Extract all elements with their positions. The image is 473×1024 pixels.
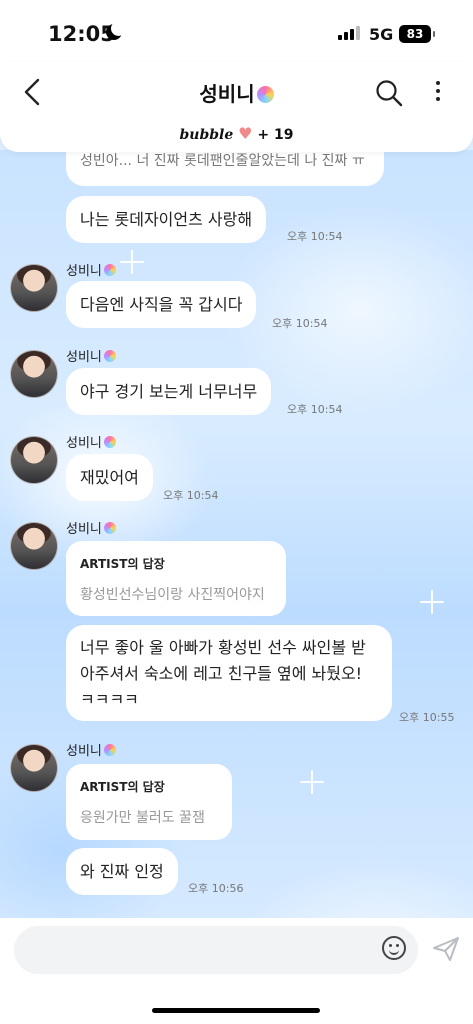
moon-icon [106, 21, 126, 40]
avatar[interactable] [10, 264, 58, 312]
signal-icon [338, 26, 360, 40]
reply-quote-text: 황성빈선수님이랑 사진찍어야지 [80, 587, 265, 603]
reply-quote-text: 응원가만 불러도 꿀잼 [80, 810, 205, 826]
sender-name: 성비니 [66, 518, 116, 537]
reply-title: ARTIST의 답장 [80, 780, 165, 794]
message-time: 오후 10:54 [287, 403, 343, 416]
avatar[interactable] [10, 522, 58, 570]
message-time: 오후 10:54 [272, 317, 328, 330]
message-time: 오후 10:54 [287, 230, 343, 243]
avatar[interactable] [10, 744, 58, 792]
avatar[interactable] [10, 350, 58, 398]
message-input-area [0, 918, 473, 1024]
message-text: 나는 롯데자이언츠 사랑해 [80, 210, 253, 229]
message-text: 성빈아... 너 진짜 롯데팬인줄알았는데 나 진짜 ㅠ [80, 153, 365, 169]
send-icon [433, 937, 459, 961]
lollipop-icon [103, 744, 116, 756]
message-bubble[interactable]: 너무 좋아 울 아빠가 황성빈 선수 싸인볼 받 아주셔서 숙소에 레고 친구들… [66, 625, 392, 721]
emoji-icon[interactable] [382, 936, 406, 960]
message-text-line: ㅋㅋㅋㅋ [80, 690, 139, 709]
sender-name: 성비니 [66, 432, 116, 451]
message-text-line: 아주셔서 숙소에 레고 친구들 옆에 놔뒀오! [80, 664, 363, 683]
heart-icon: ♥ [238, 124, 253, 143]
network-label: 5G [369, 25, 394, 44]
message-time: 오후 10:56 [188, 882, 244, 895]
lollipop-icon [103, 350, 116, 362]
sender-name: 성비니 [66, 260, 116, 279]
more-options-button[interactable] [428, 78, 448, 108]
message-bubble[interactable]: 재밌어여 [66, 454, 153, 501]
search-button[interactable] [374, 78, 404, 108]
message-time: 오후 10:54 [163, 489, 219, 502]
subscription-count: + 19 [257, 127, 294, 143]
message-text: 재밌어여 [80, 468, 139, 487]
battery-icon: 83 [399, 25, 435, 43]
subscription-info: bubble ♥ + 19 [0, 124, 473, 143]
more-vertical-icon [436, 81, 440, 85]
message-text-line: 너무 좋아 울 아빠가 황성빈 선수 싸인볼 받 [80, 638, 366, 657]
chat-title: 성비니 [199, 82, 255, 106]
lollipop-icon [103, 264, 116, 276]
status-time: 12:05 [48, 22, 115, 46]
message-bubble[interactable]: 와 진짜 인정 [66, 848, 178, 895]
home-indicator [152, 1008, 320, 1013]
chat-header: 성비니 bubble ♥ + 19 [0, 62, 473, 152]
send-button[interactable] [432, 936, 460, 962]
lollipop-icon [256, 86, 274, 103]
status-bar: 12:05 5G 83 [0, 0, 473, 62]
message-bubble[interactable]: 나는 롯데자이언츠 사랑해 [66, 196, 267, 243]
sparkle-decoration [120, 250, 144, 274]
sparkle-decoration [300, 770, 324, 794]
message-text: 다음엔 사직을 꼭 갑시다 [80, 295, 243, 314]
message-time: 오후 10:55 [399, 711, 455, 724]
lollipop-icon [103, 436, 116, 448]
sender-name: 성비니 [66, 346, 116, 365]
lollipop-icon [103, 522, 116, 534]
message-bubble[interactable]: 다음엔 사직을 꼭 갑시다 [66, 281, 257, 328]
sender-name: 성비니 [66, 740, 116, 759]
reply-quote-card[interactable]: ARTIST의 답장 응원가만 불러도 꿀잼 [66, 764, 232, 840]
message-bubble[interactable]: 야구 경기 보는게 너무너무 [66, 368, 272, 415]
message-input[interactable] [14, 926, 418, 974]
message-text: 야구 경기 보는게 너무너무 [80, 382, 258, 401]
avatar[interactable] [10, 436, 58, 484]
reply-quote-card[interactable]: ARTIST의 답장 황성빈선수님이랑 사진찍어야지 [66, 541, 286, 616]
message-text: 와 진짜 인정 [80, 862, 164, 881]
sparkle-decoration [420, 590, 444, 614]
bubble-logo: bubble [179, 127, 234, 143]
search-icon [376, 80, 403, 107]
reply-title: ARTIST의 답장 [80, 557, 165, 571]
